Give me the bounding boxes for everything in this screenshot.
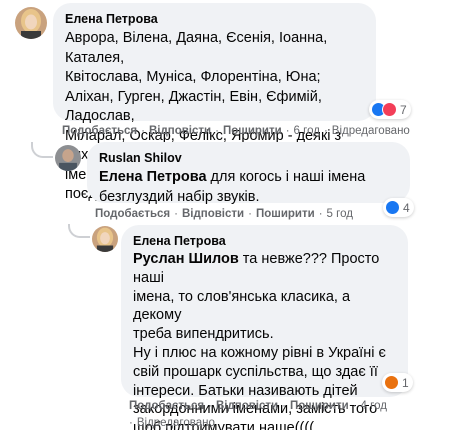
reply-button[interactable]: Відповісти (216, 400, 278, 412)
comment-bubble: Елена Петрова Руслан Шилов та невже??? П… (121, 225, 408, 430)
like-button[interactable]: Подобається (129, 400, 204, 412)
avatar-ruslan[interactable] (55, 145, 81, 171)
angry-icon (384, 375, 399, 390)
timestamp[interactable]: 4 год (361, 400, 387, 412)
edited-label[interactable]: Відредаговано (332, 125, 410, 137)
like-button[interactable]: Подобається (95, 208, 170, 220)
love-icon (382, 102, 397, 117)
like-icon (385, 200, 400, 215)
comment-actions: Подобається · Відповісти · Поширити · 5 год (95, 208, 353, 220)
comment-author[interactable]: Ruslan Shilov (99, 150, 398, 166)
avatar-elena-image (92, 226, 118, 252)
reply-button[interactable]: Відповісти (149, 125, 211, 137)
comment-bubble: Ruslan Shilov Елена Петрова для когось і… (87, 142, 410, 205)
comment-author[interactable]: Елена Петрова (133, 233, 396, 249)
comment-author[interactable]: Елена Петрова (65, 11, 364, 27)
edited-label[interactable]: Відредаговано (137, 417, 215, 429)
thread-connector (31, 142, 53, 158)
comment-text: Елена Петрова для когось і наші імена бе… (99, 168, 398, 207)
timestamp[interactable]: 5 год (327, 208, 353, 220)
mention-link[interactable]: Руслан Шилов (133, 251, 239, 267)
avatar-ruslan-image (55, 145, 81, 171)
share-button[interactable]: Поширити (223, 125, 282, 137)
share-button[interactable]: Поширити (290, 400, 349, 412)
avatar-elena[interactable] (15, 7, 47, 39)
like-button[interactable]: Подобається (62, 125, 137, 137)
reactions-summary[interactable]: 1 (382, 373, 413, 392)
reactions-summary[interactable]: 4 (383, 198, 414, 217)
comment-actions: Подобається · Відповісти · Поширити · 4 год · Ві… (129, 400, 387, 429)
comment-bubble: Елена Петрова Аврора, Вілена, Даяна, Єсе… (53, 3, 376, 202)
reactions-count: 7 (400, 102, 407, 117)
reactions-count: 1 (402, 375, 409, 390)
comment-actions: Подобається · Відповісти · Поширити · 6 год · Ві… (62, 125, 410, 137)
timestamp[interactable]: 6 год (294, 125, 320, 137)
avatar-elena[interactable] (92, 226, 118, 252)
share-button[interactable]: Поширити (256, 208, 315, 220)
thread-connector (68, 224, 90, 238)
mention-link[interactable]: Елена Петрова (99, 169, 207, 185)
reply-button[interactable]: Відповісти (182, 208, 244, 220)
reactions-summary[interactable]: 7 (369, 100, 411, 119)
avatar-elena-image (15, 7, 47, 39)
reactions-count: 4 (403, 200, 410, 215)
